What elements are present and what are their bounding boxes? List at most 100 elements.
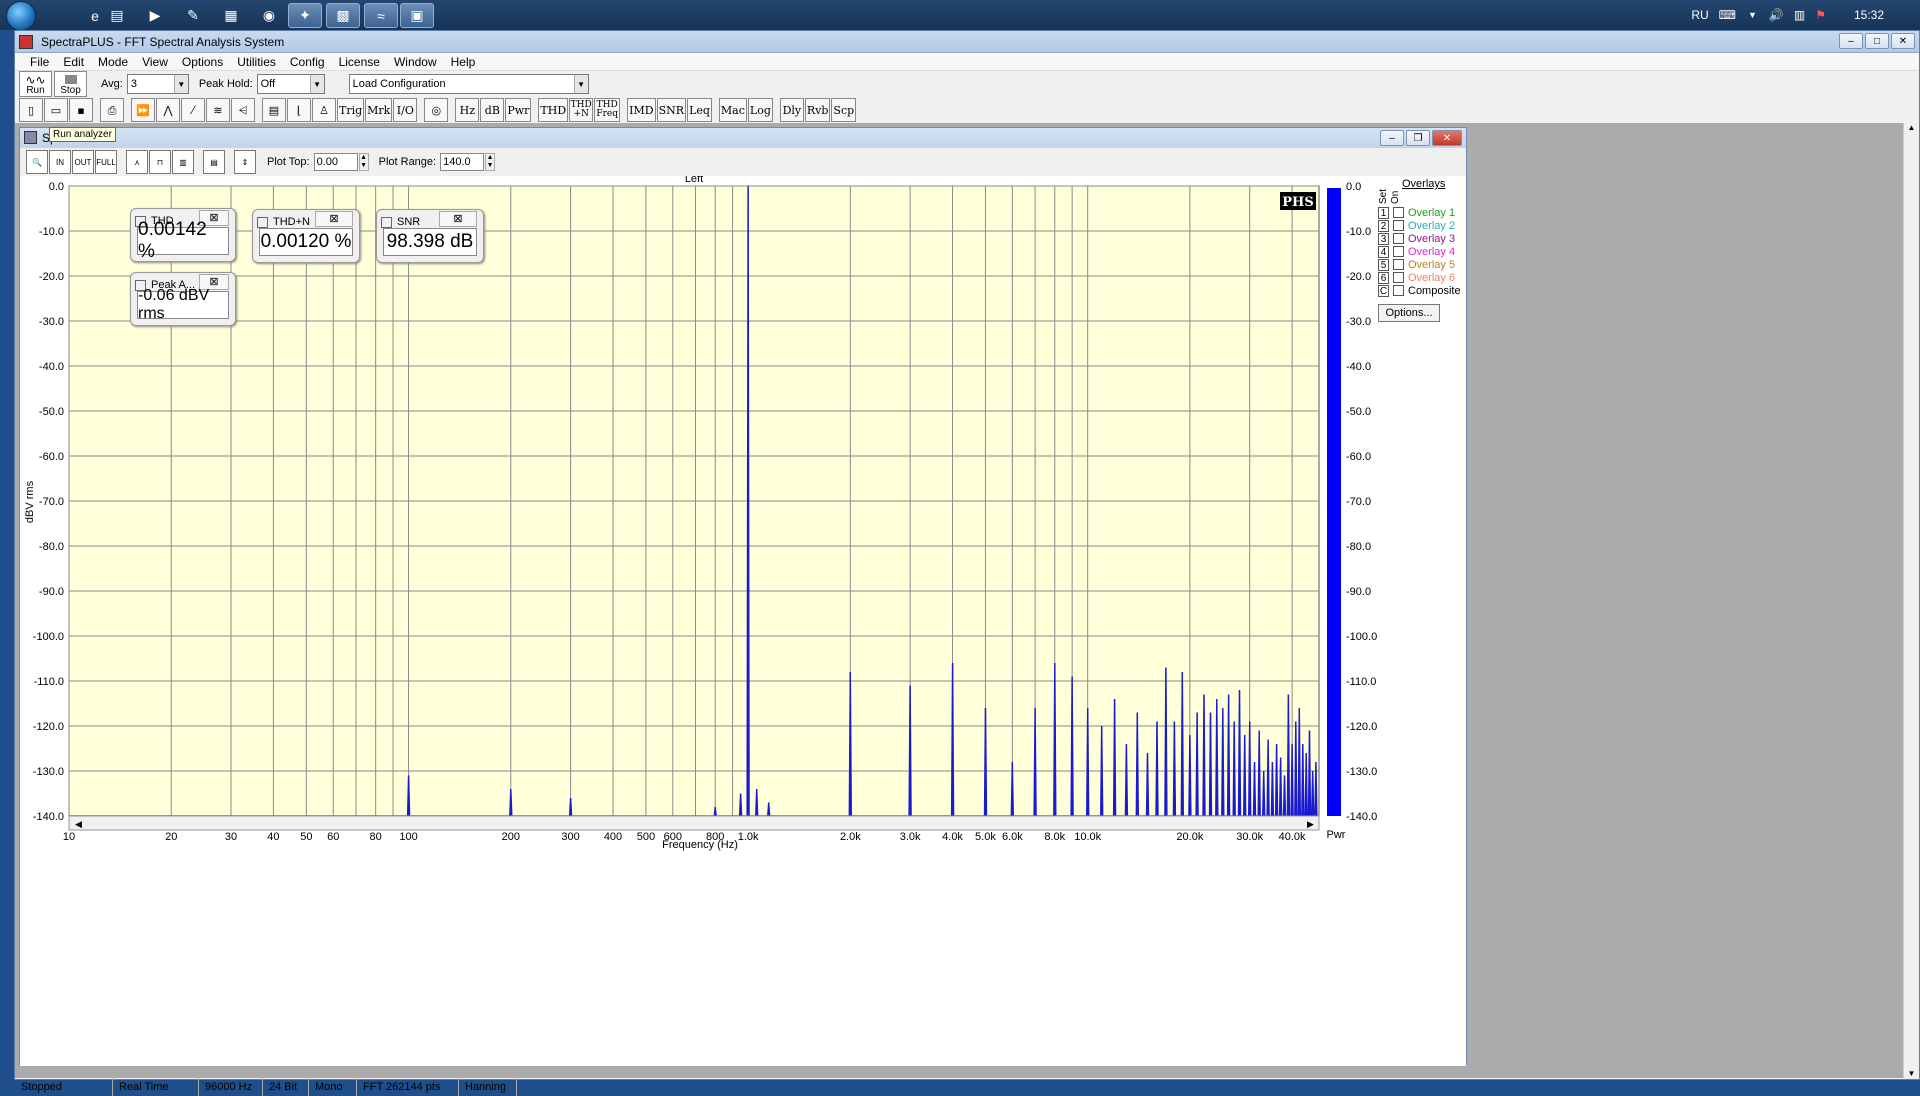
plot-top-input[interactable]: 0.00 [313,153,358,171]
avg-select[interactable]: 3 ▼ [126,74,189,94]
new-file-icon[interactable]: ▯ [19,98,43,122]
print-icon[interactable]: ⎙ [100,98,124,122]
thd-freq-button[interactable]: THD Freq [594,98,621,122]
overlay-on-checkbox[interactable] [1393,220,1404,231]
pwr-button[interactable]: Pwr [505,98,532,122]
io-button[interactable]: I/O [393,98,418,122]
chrome-icon[interactable]: ◉ [252,3,286,28]
volume-icon[interactable]: 🔊 [1769,8,1784,22]
step-graph-icon[interactable]: ⊓ [149,150,171,174]
scroll-right-icon[interactable]: ▶ [1307,819,1314,829]
clock[interactable]: 15:32 [1854,8,1884,22]
overlay-on-checkbox[interactable] [1393,259,1404,270]
properties-icon[interactable]: ▤ [203,150,225,174]
menu-config[interactable]: Config [283,55,332,69]
menu-window[interactable]: Window [387,55,444,69]
folder-icon[interactable]: ▤ [100,3,134,28]
menu-help[interactable]: Help [444,55,483,69]
scroll-up-icon[interactable]: ▲ [1904,123,1919,132]
mrk-button[interactable]: Mrk [365,98,393,122]
save-file-icon[interactable]: ▪ [69,98,93,122]
overlay-on-checkbox[interactable] [1393,272,1404,283]
snr-button[interactable]: SNR [656,98,687,122]
overlay-on-checkbox[interactable] [1393,233,1404,244]
horizontal-scrollbar[interactable] [68,815,1320,831]
line-graph-icon[interactable]: ⋏ [126,150,148,174]
overlay-set-button[interactable]: 2 [1378,219,1389,232]
overlay-options-button[interactable]: Options... [1378,304,1440,322]
overlay-on-checkbox[interactable] [1393,246,1404,257]
thdn-button[interactable]: THD +N [569,98,594,122]
overlay-set-button[interactable]: 5 [1378,258,1389,271]
peak-hold-select[interactable]: Off ▼ [256,74,325,94]
phase-mode-icon[interactable]: ⁄ [181,98,205,122]
overlay-set-button[interactable]: 4 [1378,245,1389,258]
menu-file[interactable]: File [23,55,56,69]
flag-icon[interactable]: ⚑ [1815,8,1826,22]
thd-button[interactable]: THD [538,98,569,122]
zoom-in-2x-icon[interactable]: IN [49,150,71,174]
overlay-set-button[interactable]: 6 [1378,271,1389,284]
app-icon-2[interactable]: ≈ [364,3,398,28]
minimize-button[interactable]: – [1839,33,1863,49]
zoom-out-full-icon[interactable]: FULL [95,150,117,174]
thdn-meter[interactable]: THD+N ⊠ 0.00120 % [252,209,360,263]
scale-icon[interactable]: ⌊ [287,98,311,122]
dly-button[interactable]: Dly [779,98,804,122]
zoom-icon[interactable]: 🔍 [26,150,48,174]
media-icon[interactable]: ▶ [138,3,172,28]
snr-meter[interactable]: SNR ⊠ 98.398 dB [376,209,484,263]
menu-options[interactable]: Options [175,55,230,69]
app-icon-1[interactable]: ✦ [288,3,322,28]
3d-surface-mode-icon[interactable]: ⩤ [231,98,255,122]
tray-expand-icon[interactable]: ▼ [1748,10,1757,20]
signal-generator-icon[interactable]: ◎ [424,98,449,122]
menu-mode[interactable]: Mode [91,55,135,69]
fast-forward-icon[interactable]: ⏩ [131,98,155,122]
overlay-set-button[interactable]: 3 [1378,232,1389,245]
scroll-left-icon[interactable]: ◀ [75,819,82,829]
plot-top-spinner-icon[interactable]: ▲ ▼ [358,153,369,171]
calc-icon[interactable]: ▦ [214,3,248,28]
run-button[interactable]: ∿∿ Run [19,71,52,97]
mac-button[interactable]: Mac [718,98,747,122]
rvb-button[interactable]: Rvb [804,98,831,122]
db-button[interactable]: dB [480,98,505,122]
spectrum-minimize-button[interactable]: – [1380,130,1404,146]
configuration-select[interactable]: Load Configuration ▼ [348,74,589,94]
paint-icon[interactable]: ✎ [176,3,210,28]
network-icon[interactable]: ▥ [1794,8,1805,22]
spectrum-restore-button[interactable]: ❐ [1406,130,1430,146]
spectraplus-taskbar-icon[interactable]: ▩ [326,3,360,28]
keyboard-icon[interactable]: ⌨ [1719,8,1736,22]
spectrum-chart[interactable]: 10 20 30 40 50 60 80 100 200 300 400 500 600 800 1.0k 2… [20,176,1466,1066]
trig-button[interactable]: Trig [337,98,365,122]
auto-scale-icon[interactable]: ⇕ [234,150,256,174]
thd-meter[interactable]: THD ⊠ 0.00142 % [130,208,236,262]
overlay-set-button[interactable]: C [1378,284,1389,297]
close-icon[interactable]: ⊠ [439,211,477,227]
close-icon[interactable]: ⊠ [315,211,353,227]
probe-icon[interactable]: ♙ [312,98,336,122]
leq-button[interactable]: Leq [687,98,712,122]
plot-range-spinner-icon[interactable]: ▲ ▼ [485,153,496,171]
menu-view[interactable]: View [135,55,175,69]
menu-utilities[interactable]: Utilities [230,55,283,69]
bar-graph-icon[interactable]: ▥ [172,150,194,174]
overlay-on-checkbox[interactable] [1393,207,1404,218]
plot-range-input[interactable]: 140.0 [440,153,485,171]
zoom-out-2x-icon[interactable]: OUT [72,150,94,174]
spectrogram-mode-icon[interactable]: ≋ [206,98,230,122]
menu-edit[interactable]: Edit [56,55,91,69]
stop-button[interactable]: Stop [54,71,87,97]
peak-amplitude-meter[interactable]: Peak A... ⊠ -0.06 dBV rms [130,272,236,326]
settings-sheet-icon[interactable]: ▤ [262,98,286,122]
overlay-set-button[interactable]: 1 [1378,206,1389,219]
scroll-down-icon[interactable]: ▼ [1904,1069,1919,1078]
app-icon-3[interactable]: ▣ [400,3,434,28]
close-button[interactable]: ✕ [1891,33,1915,49]
maximize-button[interactable]: □ [1865,33,1889,49]
vertical-scrollbar[interactable]: ▲ ▼ [1903,123,1919,1078]
overlay-on-checkbox[interactable] [1393,285,1404,296]
scp-button[interactable]: Scp [831,98,857,122]
